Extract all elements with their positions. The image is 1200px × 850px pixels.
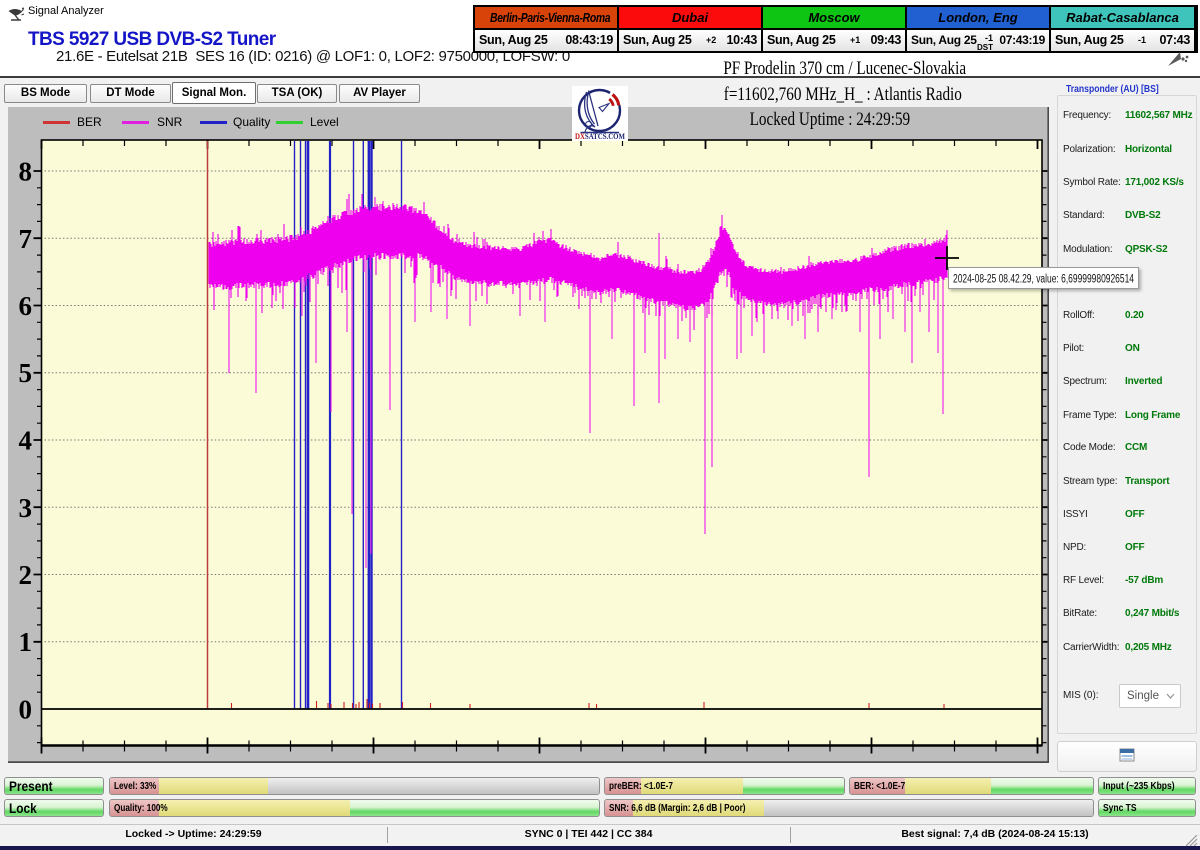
svg-text:5: 5: [19, 358, 33, 388]
svg-text:DXSATCS.COM: DXSATCS.COM: [575, 131, 625, 141]
svg-text:0: 0: [19, 695, 33, 725]
svg-text:2024-08-25 08.42.29, value: 6,: 2024-08-25 08.42.29, value: 6,6999998092…: [953, 274, 1134, 286]
svg-text:6: 6: [19, 291, 33, 321]
svg-text:3: 3: [19, 493, 33, 523]
svg-text:8: 8: [19, 157, 33, 187]
svg-text:4: 4: [19, 426, 33, 456]
svg-text:2: 2: [19, 560, 33, 590]
svg-text:7: 7: [19, 224, 33, 254]
svg-text:1: 1: [19, 627, 33, 657]
